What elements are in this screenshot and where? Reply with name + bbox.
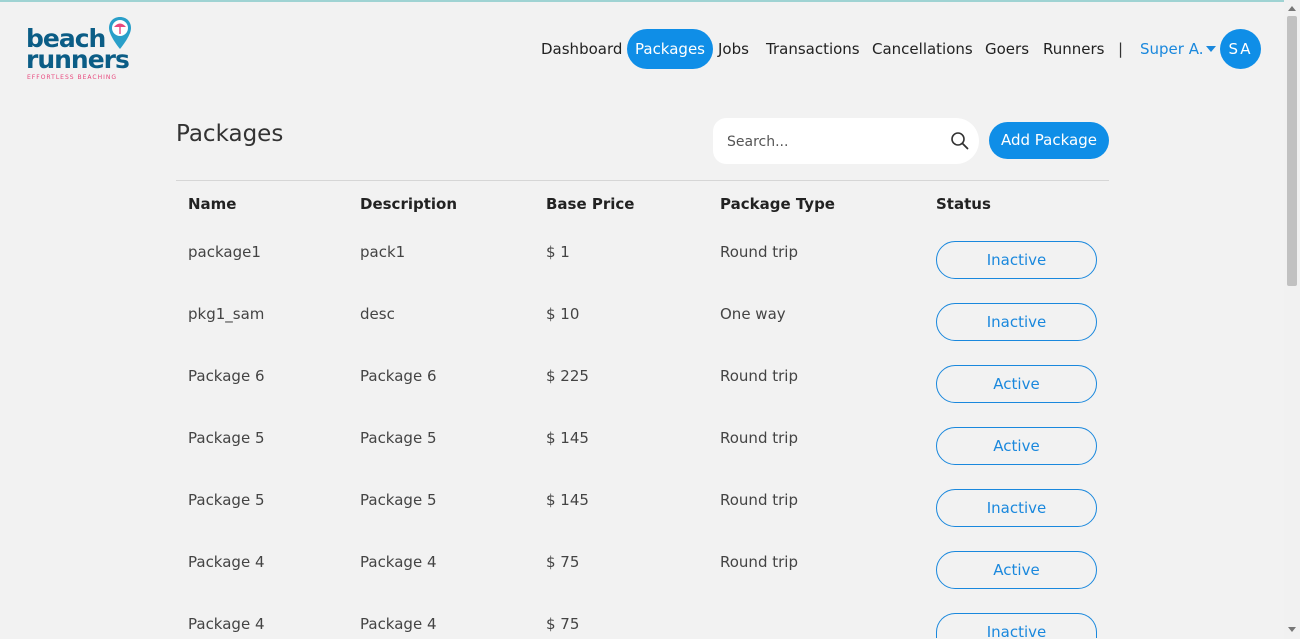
cell-description: Package 6 (360, 367, 437, 385)
nav-runners[interactable]: Runners (1043, 29, 1104, 69)
user-menu[interactable]: Super A. (1140, 29, 1203, 69)
cell-package-type: Round trip (720, 491, 798, 509)
top-border (0, 0, 1300, 2)
cell-name: pkg1_sam (188, 305, 265, 323)
chevron-down-icon[interactable] (1206, 46, 1216, 52)
cell-base-price: $ 75 (546, 615, 580, 633)
cell-name: package1 (188, 243, 261, 261)
cell-description: desc (360, 305, 395, 323)
nav-packages[interactable]: Packages (627, 29, 713, 69)
nav-goers[interactable]: Goers (985, 29, 1029, 69)
status-toggle-button[interactable]: Inactive (936, 241, 1097, 279)
cell-name: Package 5 (188, 491, 265, 509)
top-nav: Dashboard Packages Jobs Transactions Can… (0, 29, 1300, 69)
cell-name: Package 4 (188, 553, 265, 571)
scroll-up-arrow-icon[interactable] (1288, 6, 1296, 11)
status-toggle-button[interactable]: Active (936, 427, 1097, 465)
column-header-package-type: Package Type (720, 195, 835, 213)
status-toggle-button[interactable]: Active (936, 365, 1097, 403)
cell-base-price: $ 225 (546, 367, 589, 385)
cell-name: Package 6 (188, 367, 265, 385)
cell-base-price: $ 10 (546, 305, 580, 323)
nav-dashboard[interactable]: Dashboard (541, 29, 622, 69)
cell-description: Package 5 (360, 491, 437, 509)
nav-transactions[interactable]: Transactions (766, 29, 860, 69)
cell-base-price: $ 75 (546, 553, 580, 571)
nav-cancellations[interactable]: Cancellations (872, 29, 973, 69)
cell-description: pack1 (360, 243, 406, 261)
status-toggle-button[interactable]: Inactive (936, 303, 1097, 341)
nav-jobs[interactable]: Jobs (718, 29, 749, 69)
search-icon[interactable] (950, 131, 970, 151)
status-toggle-button[interactable]: Inactive (936, 613, 1097, 638)
cell-description: Package 4 (360, 615, 437, 633)
header-divider (176, 180, 1109, 181)
column-header-status: Status (936, 195, 991, 213)
status-toggle-button[interactable]: Inactive (936, 489, 1097, 527)
page-title: Packages (176, 121, 284, 147)
scroll-down-arrow-icon[interactable] (1288, 627, 1296, 632)
search-input[interactable] (725, 128, 939, 156)
status-toggle-button[interactable]: Active (936, 551, 1097, 589)
column-header-description: Description (360, 195, 458, 213)
cell-name: Package 4 (188, 615, 265, 633)
scrollbar-thumb[interactable] (1287, 16, 1297, 286)
logo-tagline: EFFORTLESS BEACHING (27, 74, 117, 81)
cell-base-price: $ 145 (546, 491, 589, 509)
cell-package-type: Round trip (720, 367, 798, 385)
cell-base-price: $ 145 (546, 429, 589, 447)
avatar[interactable]: SA (1220, 29, 1261, 69)
cell-description: Package 5 (360, 429, 437, 447)
cell-package-type: Round trip (720, 553, 798, 571)
search-box (713, 118, 979, 164)
nav-separator: | (1118, 40, 1124, 58)
cell-name: Package 5 (188, 429, 265, 447)
cell-package-type: Round trip (720, 243, 798, 261)
cell-description: Package 4 (360, 553, 437, 571)
cell-package-type: One way (720, 305, 786, 323)
column-header-base-price: Base Price (546, 195, 635, 213)
column-header-name: Name (188, 195, 237, 213)
add-package-button[interactable]: Add Package (989, 122, 1109, 159)
cell-package-type: Round trip (720, 429, 798, 447)
cell-base-price: $ 1 (546, 243, 570, 261)
